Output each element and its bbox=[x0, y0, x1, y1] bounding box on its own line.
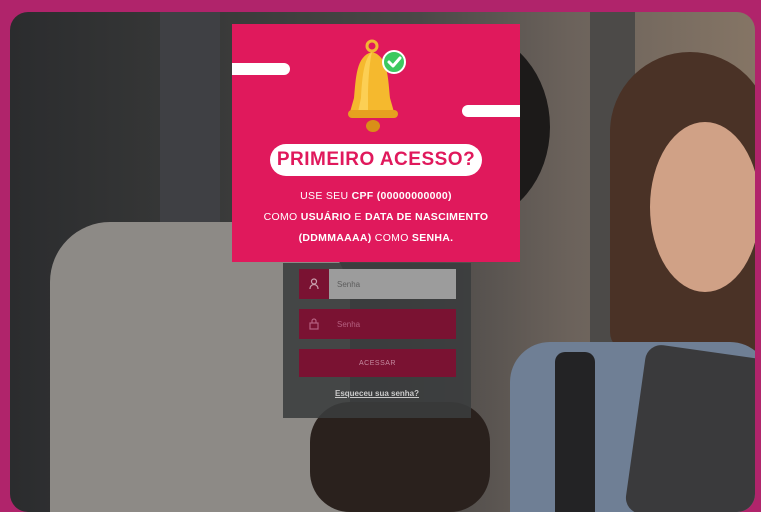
forgot-password-link[interactable]: Esqueceu sua senha? bbox=[283, 389, 471, 398]
modal-instructions: USE SEU CPF (00000000000) COMO USUÁRIO E… bbox=[263, 190, 489, 244]
decorative-pill bbox=[462, 105, 520, 117]
lock-icon bbox=[299, 309, 329, 339]
check-badge-icon bbox=[382, 50, 406, 74]
username-field[interactable]: Senha bbox=[299, 269, 456, 299]
tablet bbox=[623, 343, 755, 512]
decorative-pill bbox=[232, 63, 290, 75]
username-input[interactable]: Senha bbox=[329, 269, 456, 299]
password-field[interactable]: Senha bbox=[299, 309, 456, 339]
login-card: Senha Senha ACESSAR Esqueceu sua senha? bbox=[283, 263, 471, 418]
person-arm bbox=[310, 402, 490, 512]
password-input[interactable]: Senha bbox=[329, 309, 456, 339]
person-face bbox=[650, 122, 755, 292]
modal-title: PRIMEIRO ACESSO? bbox=[270, 144, 482, 176]
user-icon bbox=[299, 269, 329, 299]
submit-button[interactable]: ACESSAR bbox=[299, 349, 456, 377]
first-access-modal[interactable]: PRIMEIRO ACESSO? USE SEU CPF (0000000000… bbox=[232, 24, 520, 262]
backpack-strap bbox=[555, 352, 595, 512]
bell-icon bbox=[348, 39, 406, 132]
